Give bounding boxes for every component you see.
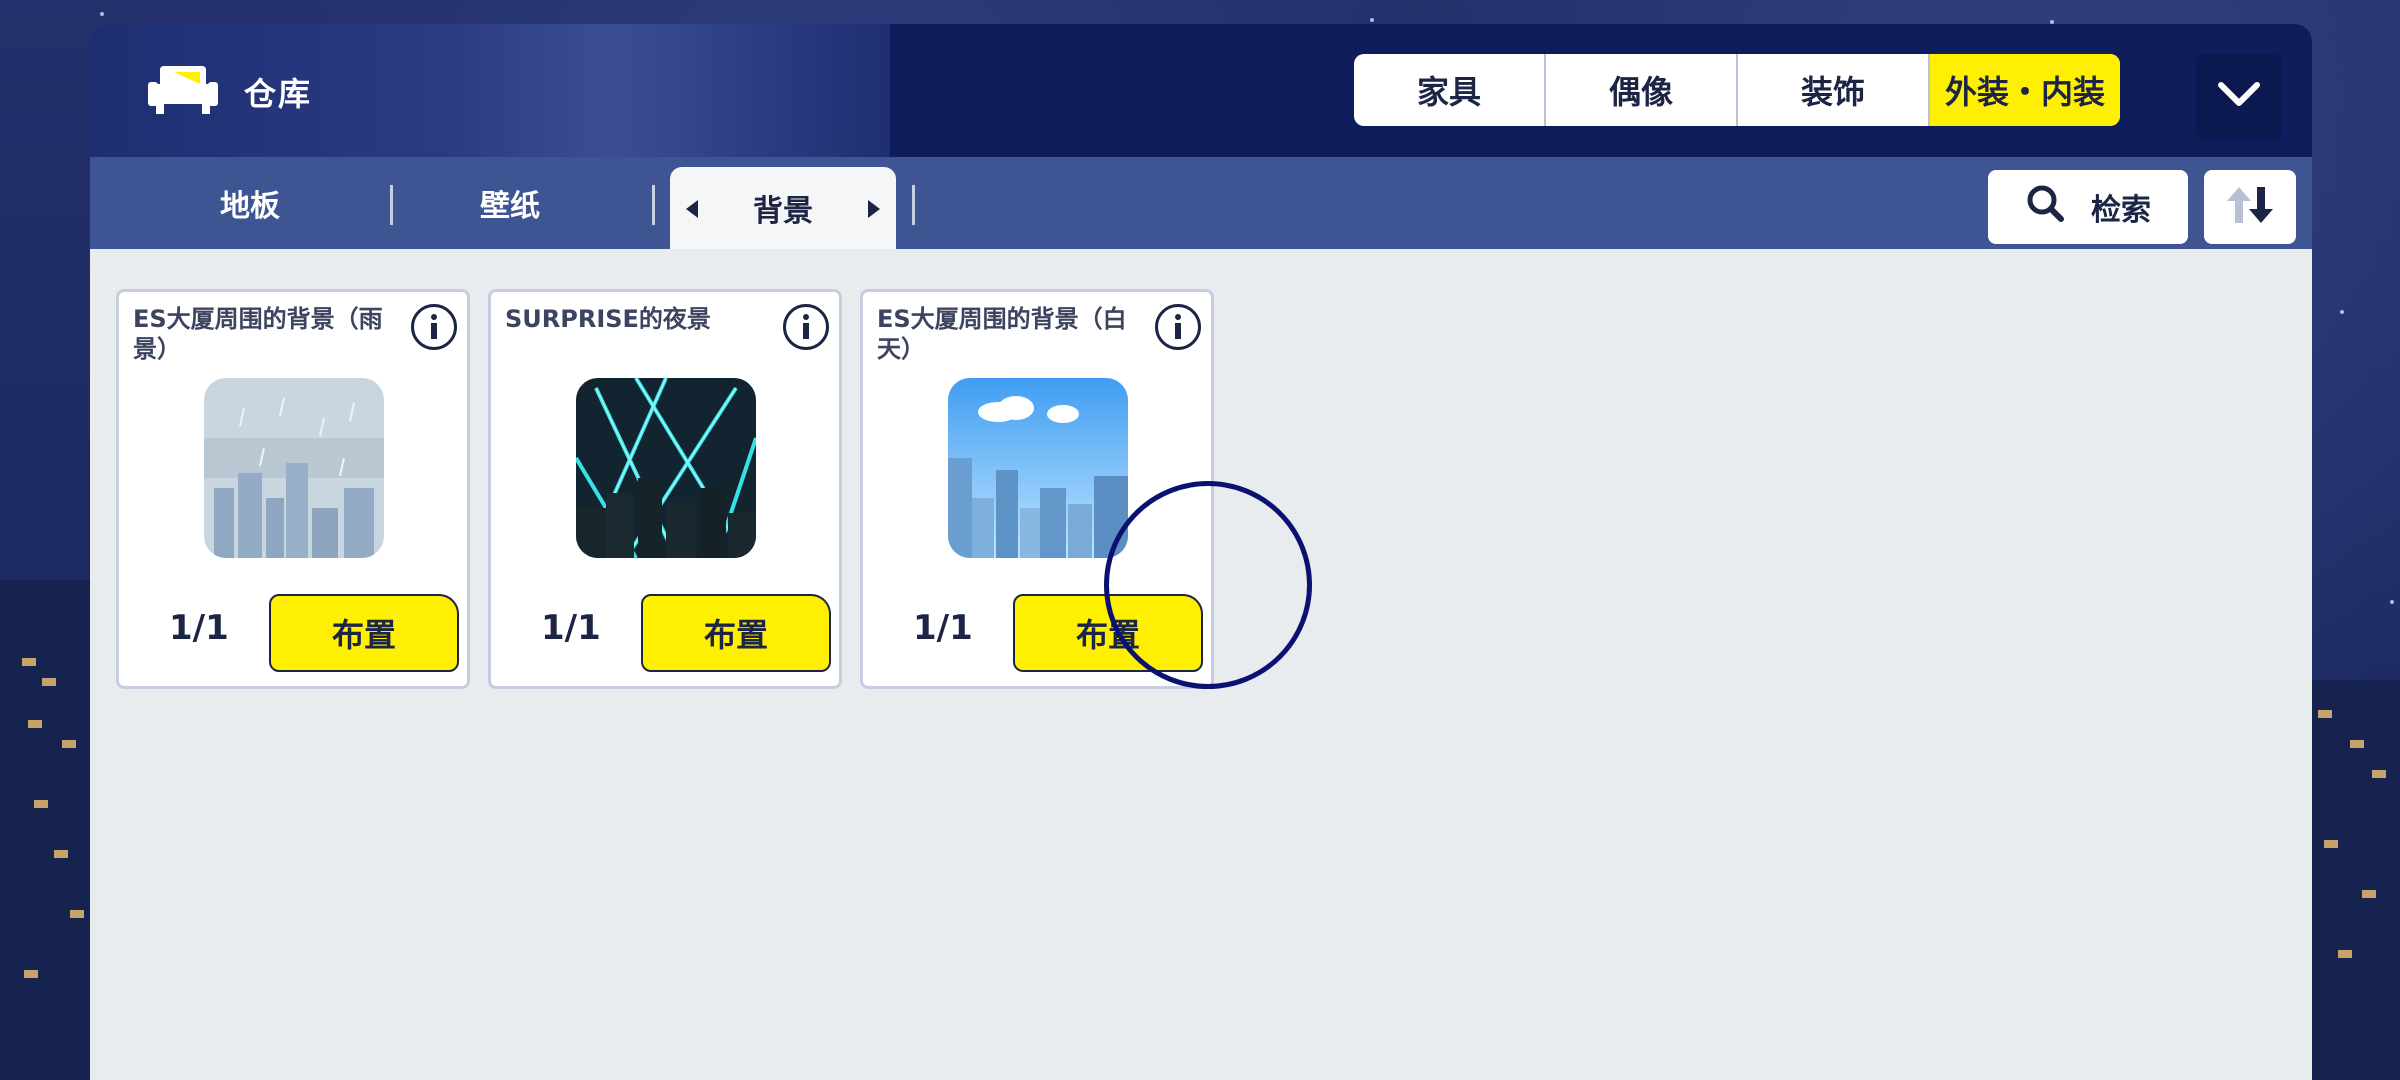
search-label: 检索 bbox=[2091, 193, 2151, 228]
subtab-background-label: 背景 bbox=[753, 194, 813, 229]
collapse-button[interactable] bbox=[2196, 54, 2282, 140]
star-decoration bbox=[100, 12, 104, 16]
item-name: ES大厦周围的背景（雨景） bbox=[133, 305, 383, 363]
rain-city-thumbnail bbox=[204, 378, 384, 558]
title-group: 仓库 bbox=[148, 64, 312, 120]
info-icon[interactable] bbox=[411, 304, 457, 350]
sort-button[interactable] bbox=[2204, 170, 2296, 244]
star-decoration bbox=[2390, 600, 2394, 604]
tab-decoration[interactable]: 装饰 bbox=[1736, 54, 1928, 126]
item-name: ES大厦周围的背景（白天） bbox=[877, 305, 1127, 363]
star-decoration bbox=[2340, 310, 2344, 314]
item-quantity: 1/1 bbox=[169, 608, 229, 648]
subtab-divider bbox=[912, 185, 915, 225]
caret-right-icon[interactable] bbox=[868, 200, 880, 218]
tab-idol[interactable]: 偶像 bbox=[1544, 54, 1736, 126]
subtab-divider bbox=[652, 185, 655, 225]
chevron-down-icon bbox=[2217, 81, 2261, 113]
item-name: SURPRISE的夜景 bbox=[505, 305, 711, 333]
tab-exterior-interior[interactable]: 外装・内装 bbox=[1928, 54, 2120, 126]
item-quantity: 1/1 bbox=[913, 608, 973, 648]
star-decoration bbox=[1370, 18, 1374, 22]
day-city-thumbnail bbox=[948, 378, 1128, 558]
search-icon bbox=[2025, 183, 2065, 231]
info-icon[interactable] bbox=[1155, 304, 1201, 350]
subtab-divider bbox=[390, 185, 393, 225]
tab-furniture[interactable]: 家具 bbox=[1354, 54, 1544, 126]
subtab-floor[interactable]: 地板 bbox=[150, 157, 350, 249]
place-button[interactable]: 布置 bbox=[1013, 594, 1203, 672]
city-buildings-left bbox=[0, 580, 90, 1080]
city-buildings-right bbox=[2310, 680, 2400, 1080]
search-button[interactable]: 检索 bbox=[1988, 170, 2188, 244]
item-quantity: 1/1 bbox=[541, 608, 601, 648]
subtab-background[interactable]: 背景 bbox=[670, 167, 896, 249]
caret-left-icon[interactable] bbox=[686, 200, 698, 218]
header-bar: 仓库 家具 偶像 装饰 外装・内装 bbox=[90, 24, 2312, 157]
sofa-icon bbox=[148, 64, 218, 120]
night-spotlights-thumbnail bbox=[576, 378, 756, 558]
page-title: 仓库 bbox=[244, 75, 313, 113]
item-card[interactable]: ES大厦周围的背景（白天） 1/1 布置 bbox=[860, 289, 1214, 689]
category-tabs: 家具 偶像 装饰 外装・内装 bbox=[1354, 54, 2120, 126]
sub-tab-bar: 地板 壁纸 背景 bbox=[90, 157, 2312, 249]
sort-arrows-icon bbox=[2225, 183, 2275, 231]
place-button[interactable]: 布置 bbox=[269, 594, 459, 672]
storage-panel: 仓库 家具 偶像 装饰 外装・内装 地板 壁纸 背景 检索 ES大厦周围的背景（… bbox=[90, 24, 2312, 1080]
item-card[interactable]: SURPRISE的夜景 1/1 布置 bbox=[488, 289, 842, 689]
item-card[interactable]: ES大厦周围的背景（雨景） 1/1 布置 bbox=[116, 289, 470, 689]
info-icon[interactable] bbox=[783, 304, 829, 350]
place-button[interactable]: 布置 bbox=[641, 594, 831, 672]
subtab-wallpaper[interactable]: 壁纸 bbox=[410, 157, 610, 249]
